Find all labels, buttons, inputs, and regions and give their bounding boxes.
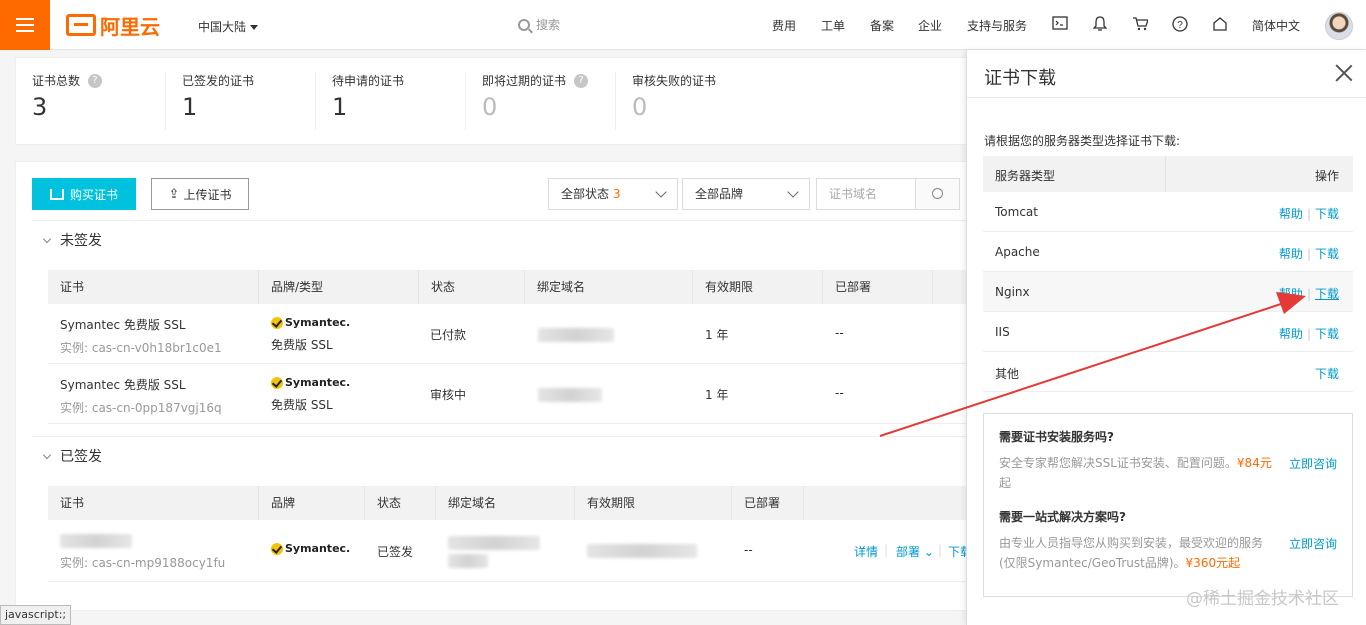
status-bar-url: javascript:; <box>0 605 72 625</box>
consult-link[interactable]: 立即咨询 <box>1289 455 1337 472</box>
server-row-tomcat: Tomcat 帮助 | 下载 <box>983 192 1353 232</box>
aliyun-logo[interactable]: 阿里云 <box>66 12 160 39</box>
region-selector[interactable]: 中国大陆 <box>198 18 259 35</box>
terminal-icon[interactable] <box>1051 16 1069 34</box>
close-icon[interactable] <box>1333 62 1355 84</box>
stat-pending: 待申请的证书 1 <box>332 74 405 121</box>
chevron-down-icon <box>42 450 52 460</box>
chevron-down-icon <box>787 186 799 198</box>
upload-certificate-button[interactable]: ⇪ 上传证书 <box>151 178 249 210</box>
redacted-domain <box>538 388 602 402</box>
menu-icon[interactable] <box>0 0 50 50</box>
symantec-logo: Symantec. <box>271 376 350 389</box>
cart-icon <box>49 188 64 200</box>
stat-failed: 审核失败的证书 0 <box>632 74 717 121</box>
server-row-other: 其他 下载 <box>983 352 1353 392</box>
server-table-header: 服务器类型 操作 <box>983 156 1353 192</box>
status-filter[interactable]: 全部状态 3 <box>548 178 678 210</box>
stat-total: 证书总数? 3 <box>32 72 103 132</box>
chevron-down-icon <box>42 234 52 244</box>
domain-search-input[interactable]: 证书域名 <box>816 178 916 210</box>
help-icon[interactable]: ? <box>574 73 589 88</box>
nav-filing[interactable]: 备案 <box>870 17 894 34</box>
server-row-iis: IIS 帮助 | 下载 <box>983 312 1353 352</box>
help-link[interactable]: 帮助 <box>1279 247 1303 261</box>
home-icon[interactable] <box>1211 16 1229 34</box>
language-selector[interactable]: 简体中文 <box>1252 17 1300 34</box>
buy-certificate-button[interactable]: 购买证书 <box>32 178 136 210</box>
symantec-logo: Symantec. <box>271 542 350 555</box>
redacted-name <box>60 534 132 548</box>
download-link[interactable]: 下载 <box>1315 287 1339 301</box>
redacted-domain <box>538 328 614 342</box>
stat-expiring: 即将过期的证书? 0 <box>482 72 589 132</box>
table-row: Symantec 免费版 SSL 实例: cas-cn-0pp187vgj16q … <box>48 364 978 424</box>
search-icon <box>932 188 943 199</box>
cart-icon[interactable] <box>1131 16 1149 34</box>
stats-panel: 证书总数? 3 已签发的证书 1 待申请的证书 1 即将过期的证书? 0 审核失… <box>15 57 975 145</box>
avatar[interactable] <box>1325 12 1353 40</box>
domain-search-button[interactable] <box>916 178 960 210</box>
nav-enterprise[interactable]: 企业 <box>918 17 942 34</box>
deploy-dropdown[interactable]: 部署 ⌄ <box>896 543 934 560</box>
table-row: Symantec 免费版 SSL 实例: cas-cn-v0h18br1c0e1 … <box>48 304 978 364</box>
chevron-down-icon <box>655 186 667 198</box>
promo-solution: 需要一站式解决方案吗? 由专业人员指导您从购买到安装，最受欢迎的服务(仅限Sym… <box>999 510 1338 570</box>
certificate-list-panel: 购买证书 ⇪ 上传证书 全部状态 3 全部品牌 证书域名 未签发 证书 品牌/类型… <box>15 161 978 611</box>
consult-link[interactable]: 立即咨询 <box>1289 535 1337 552</box>
brand-filter[interactable]: 全部品牌 <box>682 178 810 210</box>
nav-billing[interactable]: 费用 <box>772 17 796 34</box>
drawer-title: 证书下载 <box>984 68 1056 89</box>
redacted-domain <box>448 536 540 550</box>
server-row-nginx: Nginx 帮助 | 下载 <box>983 272 1353 312</box>
help-link[interactable]: 帮助 <box>1279 207 1303 221</box>
nav-tickets[interactable]: 工单 <box>821 17 845 34</box>
global-search[interactable]: 搜索 <box>518 16 560 33</box>
section-unsigned[interactable]: 未签发 <box>42 230 102 250</box>
section-signed[interactable]: 已签发 <box>42 446 102 466</box>
unsigned-table-header: 证书 品牌/类型 状态 绑定域名 有效期限 已部署 <box>48 270 978 304</box>
redacted-domain <box>448 554 488 568</box>
top-navbar: 阿里云 中国大陆 搜索 费用 工单 备案 企业 支持与服务 ? 简体中文 <box>0 0 1366 50</box>
detail-link[interactable]: 详情 <box>854 543 878 560</box>
bell-icon[interactable] <box>1091 16 1109 34</box>
chevron-down-icon: ⌄ <box>923 545 934 559</box>
help-link[interactable]: 帮助 <box>1279 327 1303 341</box>
symantec-logo: Symantec. <box>271 316 350 329</box>
download-link[interactable]: 下载 <box>1315 247 1339 261</box>
signed-table-header: 证书 品牌 状态 绑定域名 有效期限 已部署 <box>48 486 978 520</box>
download-link[interactable]: 下载 <box>1315 207 1339 221</box>
help-link[interactable]: 帮助 <box>1279 287 1303 301</box>
search-icon <box>518 18 530 31</box>
server-type-table: 服务器类型 操作 Tomcat 帮助 | 下载 Apache 帮助 | 下载 Nginx… <box>983 156 1353 392</box>
watermark: @稀土掘金技术社区 <box>1186 589 1339 609</box>
help-icon[interactable]: ? <box>1171 16 1189 34</box>
download-link[interactable]: 下载 <box>1315 327 1339 341</box>
help-icon[interactable]: ? <box>88 73 103 88</box>
redacted-period <box>587 544 697 558</box>
promo-install-service: 需要证书安装服务吗? 安全专家帮您解决SSL证书安装、配置问题。¥84元起 立即… <box>999 430 1338 490</box>
chevron-down-icon <box>250 25 259 34</box>
download-link[interactable]: 下载 <box>1315 367 1339 381</box>
upload-icon: ⇪ <box>168 186 180 202</box>
stat-issued: 已签发的证书 1 <box>182 74 255 121</box>
server-row-apache: Apache 帮助 | 下载 <box>983 232 1353 272</box>
promo-box: 需要证书安装服务吗? 安全专家帮您解决SSL证书安装、配置问题。¥84元起 立即… <box>983 413 1353 597</box>
drawer-hint: 请根据您的服务器类型选择证书下载: <box>984 134 1181 148</box>
svg-text:?: ? <box>1177 20 1183 31</box>
certificate-download-drawer: 证书下载 请根据您的服务器类型选择证书下载: 服务器类型 操作 Tomcat 帮… <box>966 50 1366 625</box>
nav-support[interactable]: 支持与服务 <box>967 17 1027 34</box>
table-row: 实例: cas-cn-mp9188ocy1fu Symantec. 已签发 --… <box>48 520 978 582</box>
